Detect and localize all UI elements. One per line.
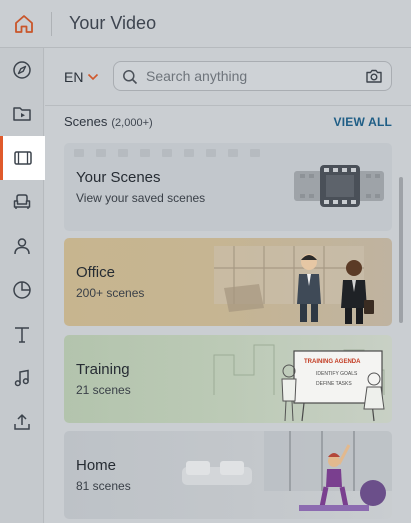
view-all-link[interactable]: VIEW ALL xyxy=(334,115,392,129)
training-scene-art: TRAINING AGENDA IDENTIFY GOALS DEFINE TA… xyxy=(213,344,385,422)
card-subtitle: 200+ scenes xyxy=(76,286,145,300)
card-title: Your Scenes xyxy=(76,169,161,186)
card-title: Home xyxy=(76,457,117,474)
rail-item-upload[interactable] xyxy=(0,400,44,444)
camera-icon[interactable] xyxy=(365,68,383,84)
page-title: Your Video xyxy=(69,13,157,33)
section-label: Scenes xyxy=(64,114,108,129)
pie-chart-icon xyxy=(13,281,31,299)
scene-card-home[interactable]: Home 81 scenes xyxy=(64,431,392,519)
rail-item-characters[interactable] xyxy=(0,224,44,268)
folder-video-icon xyxy=(13,107,31,121)
board-item: IDENTIFY GOALS xyxy=(316,371,358,377)
scene-card-office[interactable]: Office 200+ scenes xyxy=(64,238,392,326)
scene-card-training[interactable]: TRAINING AGENDA IDENTIFY GOALS DEFINE TA… xyxy=(64,335,392,423)
card-subtitle: View your saved scenes xyxy=(76,191,206,205)
toolbar-divider xyxy=(45,105,411,106)
person-icon xyxy=(14,238,30,255)
section-count: (2,000+) xyxy=(111,117,153,129)
music-icon xyxy=(14,369,29,387)
compass-icon xyxy=(13,61,31,79)
rail-item-text[interactable] xyxy=(0,312,44,356)
search-icon xyxy=(123,70,138,85)
film-icon xyxy=(13,151,32,165)
card-subtitle: 81 scenes xyxy=(76,479,131,493)
rail-item-explore[interactable] xyxy=(0,48,44,92)
scrollbar-thumb[interactable] xyxy=(399,177,403,323)
home-icon xyxy=(15,15,33,33)
board-item: DEFINE TASKS xyxy=(316,381,352,387)
search-input[interactable] xyxy=(146,67,356,85)
rail-item-audio[interactable] xyxy=(0,356,44,400)
chevron-down-icon xyxy=(88,73,99,81)
rail-item-scenes[interactable] xyxy=(0,136,45,180)
card-title: Office xyxy=(76,264,115,281)
home-scene-art xyxy=(182,431,392,511)
rail-item-media[interactable] xyxy=(0,92,44,136)
header-divider xyxy=(51,12,52,36)
board-title: TRAINING AGENDA xyxy=(304,359,361,365)
text-icon xyxy=(15,327,29,343)
home-button[interactable] xyxy=(0,0,48,48)
scene-card-your-scenes[interactable]: Your Scenes View your saved scenes xyxy=(64,143,392,231)
rail-item-props[interactable] xyxy=(0,180,44,224)
office-scene-art xyxy=(214,246,374,324)
card-title: Training xyxy=(76,361,130,378)
film-strip-art xyxy=(74,149,384,207)
language-label: EN xyxy=(64,69,84,85)
section-title: Scenes (2,000+) xyxy=(64,114,153,129)
card-subtitle: 21 scenes xyxy=(76,383,131,397)
armchair-icon xyxy=(13,194,31,209)
language-select[interactable]: EN xyxy=(64,69,99,85)
upload-icon xyxy=(14,414,30,430)
search-box xyxy=(113,61,392,91)
top-bar: Your Video xyxy=(0,0,411,48)
rail-item-charts[interactable] xyxy=(0,268,44,312)
left-rail xyxy=(0,48,45,523)
scenes-panel: EN Scenes(2,000+) VIEW ALL xyxy=(45,48,411,523)
